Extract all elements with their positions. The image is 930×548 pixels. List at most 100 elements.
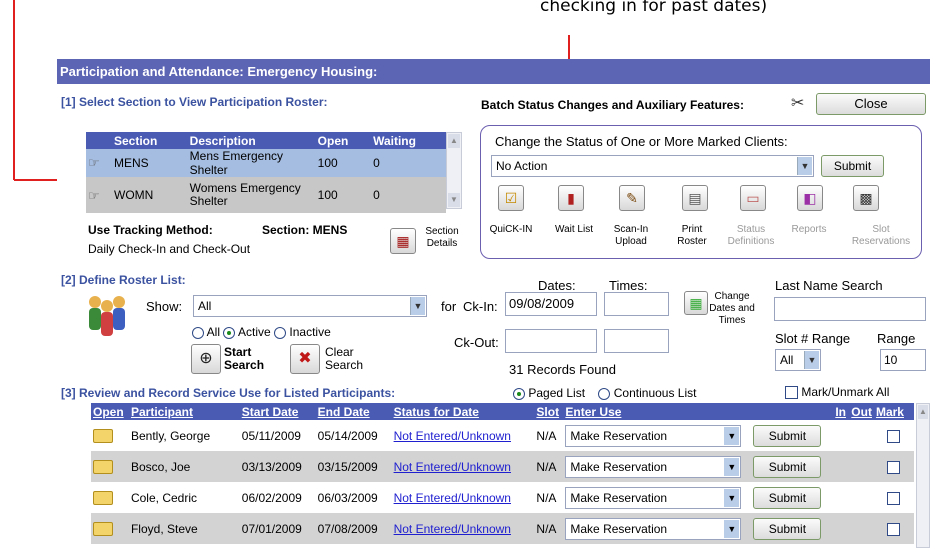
binoculars-icon[interactable]: ⊕ <box>191 344 221 374</box>
ck-out-time-input[interactable] <box>604 329 669 353</box>
check-in-icon[interactable]: ☑ <box>498 185 524 211</box>
section1-heading: [1] Select Section to View Participation… <box>61 95 328 109</box>
show-label: Show: <box>146 299 183 314</box>
range-input[interactable]: 10 <box>880 349 926 371</box>
chevron-down-icon: ▼ <box>724 488 740 507</box>
status-link[interactable]: Not Entered/Unknown <box>394 429 511 443</box>
status-icon[interactable]: ▭ <box>740 185 766 211</box>
ck-in-time-input[interactable] <box>604 292 669 316</box>
mark-checkbox[interactable] <box>887 429 901 443</box>
col-end-date[interactable]: End Date <box>315 403 392 420</box>
section-row-womn[interactable]: ☞ WOMN Womens Emergency Shelter 100 0 <box>86 177 446 213</box>
slot-select[interactable]: All ▼ <box>775 349 821 371</box>
radio-inactive-label: Inactive <box>289 325 331 339</box>
section-details-icon[interactable]: ▦ <box>390 228 416 254</box>
tool-label-status-definitions: Status Definitions <box>727 224 775 247</box>
section-open: 100 <box>315 177 372 213</box>
action-select-value: No Action <box>496 159 548 173</box>
change-dates-label[interactable]: Change Dates and Times <box>709 291 755 327</box>
radio-all[interactable] <box>192 326 204 339</box>
chevron-down-icon: ▼ <box>410 297 425 315</box>
chevron-down-icon: ▼ <box>804 351 819 369</box>
mark-checkbox[interactable] <box>887 491 901 505</box>
slot-select-value: All <box>780 353 794 367</box>
status-link[interactable]: Not Entered/Unknown <box>394 522 511 536</box>
mark-unmark-all[interactable]: Mark/Unmark All <box>785 385 889 400</box>
scroll-down-icon[interactable]: ▼ <box>448 193 460 207</box>
section-waiting: 0 <box>371 177 446 213</box>
col-slot[interactable]: Slot <box>534 403 564 420</box>
scroll-up-icon[interactable]: ▲ <box>448 134 460 148</box>
calendar-icon[interactable]: ▦ <box>684 291 708 315</box>
slot-range-label: Slot # Range <box>775 331 851 346</box>
row-submit-button[interactable]: Submit <box>753 424 822 447</box>
wait-list-icon[interactable]: ▮ <box>558 185 584 211</box>
end-date: 05/14/2009 <box>315 420 392 451</box>
radio-active-label: Active <box>238 325 271 339</box>
col-out[interactable]: Out <box>849 403 874 420</box>
col-waiting: Waiting <box>371 132 446 149</box>
mark-all-checkbox[interactable] <box>785 386 798 400</box>
scroll-up-icon[interactable]: ▲ <box>918 405 928 419</box>
radio-inactive[interactable] <box>274 326 287 339</box>
out-cell <box>849 513 874 544</box>
slots-icon[interactable]: ▩ <box>853 185 879 211</box>
out-cell <box>849 451 874 482</box>
roster-scrollbar[interactable]: ▲ <box>916 403 930 548</box>
section-details-label[interactable]: Section Details <box>420 226 464 250</box>
ck-in-date-input[interactable]: 09/08/2009 <box>505 292 597 316</box>
col-enter-use[interactable]: Enter Use <box>563 403 744 420</box>
reports-icon[interactable]: ◧ <box>797 185 823 211</box>
in-cell <box>833 451 850 482</box>
folder-icon[interactable] <box>93 459 113 474</box>
row-submit-button[interactable]: Submit <box>753 517 822 540</box>
show-select[interactable]: All ▼ <box>193 295 427 317</box>
enter-use-value: Make Reservation <box>570 459 668 474</box>
col-participant[interactable]: Participant <box>128 403 240 420</box>
tracking-method-value: Daily Check-In and Check-Out <box>88 242 251 256</box>
enter-use-select[interactable]: Make Reservation ▼ <box>565 455 742 478</box>
scan-icon[interactable]: ✎ <box>619 185 645 211</box>
close-button[interactable]: Close <box>816 93 926 115</box>
action-select[interactable]: No Action ▼ <box>491 155 814 177</box>
radio-continuous-list[interactable] <box>598 387 611 400</box>
folder-icon[interactable] <box>93 428 113 443</box>
section-row-mens[interactable]: ☞ MENS Mens Emergency Shelter 100 0 <box>86 149 446 177</box>
col-status[interactable]: Status for Date <box>391 403 535 420</box>
folder-icon[interactable] <box>93 521 113 536</box>
col-start-date[interactable]: Start Date <box>239 403 316 420</box>
section-table: Section Description Open Waiting ☞ MENS … <box>86 132 446 213</box>
table-row: Bosco, Joe 03/13/2009 03/15/2009 Not Ent… <box>91 451 914 482</box>
radio-active[interactable] <box>223 326 236 339</box>
chevron-down-icon: ▼ <box>797 157 812 175</box>
folder-icon[interactable] <box>93 490 113 505</box>
batch-submit-button[interactable]: Submit <box>821 155 884 177</box>
slot-value: N/A <box>534 513 564 544</box>
enter-use-select[interactable]: Make Reservation ▼ <box>565 486 742 509</box>
clear-search-icon[interactable]: ✖ <box>290 344 320 374</box>
ck-out-date-input[interactable] <box>505 329 597 353</box>
radio-paged-list[interactable] <box>513 387 525 400</box>
status-link[interactable]: Not Entered/Unknown <box>394 491 511 505</box>
enter-use-select[interactable]: Make Reservation ▼ <box>565 424 742 447</box>
enter-use-value: Make Reservation <box>570 428 668 443</box>
col-open[interactable]: Open <box>91 403 129 420</box>
pointer-icon: ☞ <box>86 177 112 213</box>
row-submit-button[interactable]: Submit <box>753 486 822 509</box>
printer-icon[interactable]: ▤ <box>682 185 708 211</box>
row-submit-button[interactable]: Submit <box>753 455 822 478</box>
section-code: WOMN <box>112 177 188 213</box>
table-row: Floyd, Steve 07/01/2009 07/08/2009 Not E… <box>91 513 914 544</box>
end-date: 03/15/2009 <box>315 451 392 482</box>
col-in[interactable]: In <box>833 403 850 420</box>
mark-checkbox[interactable] <box>887 522 901 536</box>
pointer-icon: ☞ <box>86 149 112 177</box>
enter-use-select[interactable]: Make Reservation ▼ <box>565 517 742 540</box>
start-search-label[interactable]: Start Search <box>224 346 264 372</box>
clear-search-label[interactable]: Clear Search <box>325 346 365 372</box>
col-mark[interactable]: Mark <box>873 403 914 420</box>
last-name-input[interactable] <box>774 297 926 321</box>
mark-checkbox[interactable] <box>887 460 901 474</box>
status-link[interactable]: Not Entered/Unknown <box>394 460 511 474</box>
section-scrollbar[interactable]: ▲ ▼ <box>446 132 462 209</box>
